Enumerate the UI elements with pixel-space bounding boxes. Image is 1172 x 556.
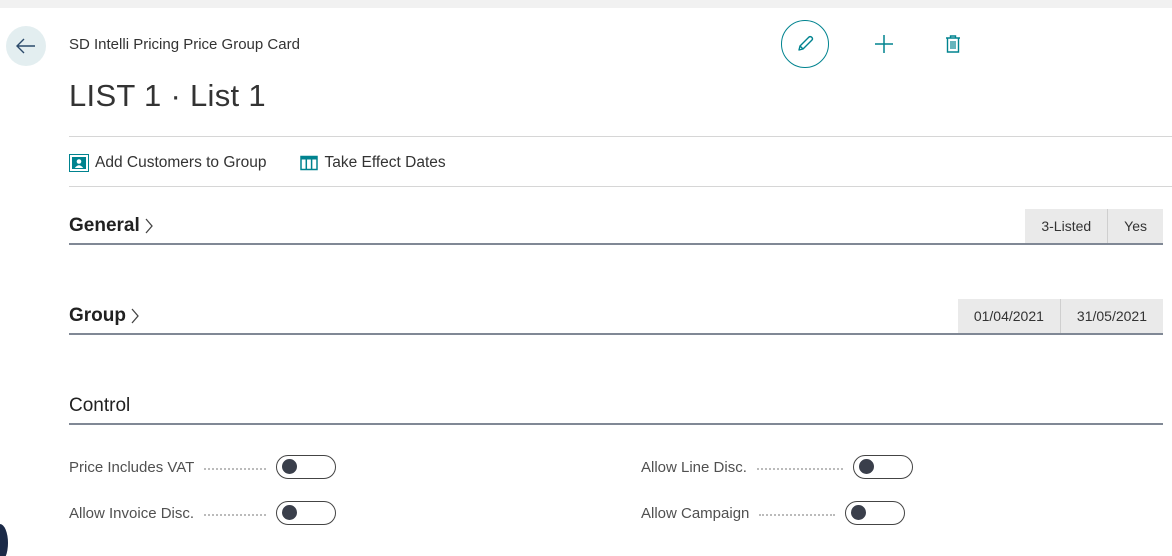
- price-group-card: SD Intelli Pricing Price Group Card LIST…: [0, 8, 1172, 556]
- side-panel-handle[interactable]: [0, 524, 8, 556]
- fasttab-general-underline: [69, 243, 1163, 245]
- group-summary: 01/04/2021 31/05/2021: [957, 299, 1163, 333]
- price-includes-vat-toggle[interactable]: [276, 455, 337, 479]
- general-summary: 3-Listed Yes: [1025, 209, 1163, 243]
- price-includes-vat-field: Price Includes VAT: [69, 455, 337, 479]
- fasttab-control: Control: [69, 390, 1163, 430]
- allow-line-disc-toggle[interactable]: [852, 455, 913, 479]
- arrow-left-icon: [16, 38, 35, 54]
- allow-campaign-toggle[interactable]: [845, 501, 906, 525]
- allow-line-disc-field: Allow Line Disc.: [641, 455, 913, 479]
- fasttab-general-header[interactable]: General: [69, 215, 154, 237]
- new-button[interactable]: [870, 30, 898, 58]
- fasttab-group-header[interactable]: Group: [69, 305, 140, 327]
- allow-invoice-disc-toggle[interactable]: [276, 501, 337, 525]
- price-includes-vat-label: Price Includes VAT: [69, 458, 195, 476]
- take-effect-dates-action[interactable]: Take Effect Dates: [300, 154, 446, 172]
- summary-price-group-type: 3-Listed: [1025, 209, 1108, 243]
- allow-invoice-disc-label: Allow Invoice Disc.: [69, 504, 195, 522]
- field-leader: [204, 514, 267, 516]
- header-divider: [69, 136, 1172, 137]
- fasttab-general-title: General: [69, 215, 140, 236]
- field-leader: [204, 468, 267, 470]
- allow-campaign-field: Allow Campaign: [641, 501, 906, 525]
- trash-icon: [946, 35, 960, 53]
- allow-invoice-disc-field: Allow Invoice Disc.: [69, 501, 337, 525]
- fasttab-control-underline: [69, 423, 1163, 425]
- summary-starting-date: 01/04/2021: [957, 299, 1060, 333]
- allow-line-disc-label: Allow Line Disc.: [641, 458, 747, 476]
- card-caption: SD Intelli Pricing Price Group Card: [69, 36, 300, 53]
- fasttab-group-underline: [69, 333, 1163, 335]
- page-title: LIST 1 · List 1: [69, 78, 266, 113]
- actionbar-divider: [69, 186, 1172, 187]
- delete-button[interactable]: [939, 30, 967, 58]
- pencil-icon: [798, 35, 814, 51]
- summary-active: Yes: [1107, 209, 1163, 243]
- fasttab-general: General 3-Listed Yes: [69, 208, 1163, 248]
- customers-group-icon: [69, 154, 89, 172]
- plus-icon: [875, 35, 893, 53]
- allow-campaign-label: Allow Campaign: [641, 504, 750, 522]
- add-customers-to-group-label: Add Customers to Group: [95, 154, 267, 171]
- fasttab-control-title: Control: [69, 395, 131, 416]
- fasttab-group: Group 01/04/2021 31/05/2021: [69, 298, 1163, 338]
- header-actions: [781, 20, 967, 68]
- chevron-right-icon: [131, 308, 139, 324]
- fasttab-control-header[interactable]: Control: [69, 395, 130, 417]
- summary-ending-date: 31/05/2021: [1059, 299, 1163, 333]
- field-leader: [756, 468, 843, 470]
- edit-button[interactable]: [781, 20, 829, 68]
- action-bar: Add Customers to Group Take Effect Dates: [69, 154, 446, 172]
- add-customers-to-group-action[interactable]: Add Customers to Group: [69, 154, 266, 172]
- fasttab-group-title: Group: [69, 305, 126, 326]
- table-columns-icon: [300, 155, 319, 171]
- field-leader: [759, 514, 836, 516]
- back-button[interactable]: [6, 26, 46, 66]
- chevron-right-icon: [145, 218, 153, 234]
- take-effect-dates-label: Take Effect Dates: [324, 154, 446, 171]
